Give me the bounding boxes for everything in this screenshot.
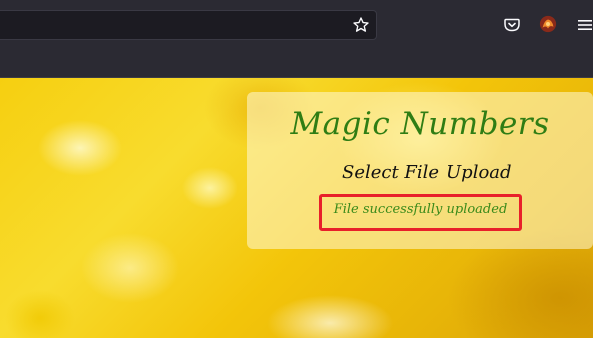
status-highlight-box: File successfully uploaded (319, 194, 522, 231)
bookmarks-toolbar (0, 50, 593, 78)
upload-status-message: File successfully uploaded (333, 202, 508, 217)
pocket-icon[interactable] (503, 16, 521, 34)
browser-window: Magic Numbers Select File Upload File su… (0, 0, 593, 338)
menu-icon[interactable] (576, 16, 593, 34)
avatar-icon[interactable] (539, 15, 557, 33)
star-icon[interactable] (352, 16, 370, 34)
upload-panel: Magic Numbers Select File Upload File su… (247, 92, 593, 249)
upload-link[interactable]: Upload (446, 162, 512, 183)
select-file-link[interactable]: Select File (342, 162, 439, 183)
url-bar[interactable] (0, 10, 377, 40)
browser-toolbar (0, 0, 593, 50)
page-title: Magic Numbers (290, 106, 550, 142)
page-content: Magic Numbers Select File Upload File su… (0, 78, 593, 338)
